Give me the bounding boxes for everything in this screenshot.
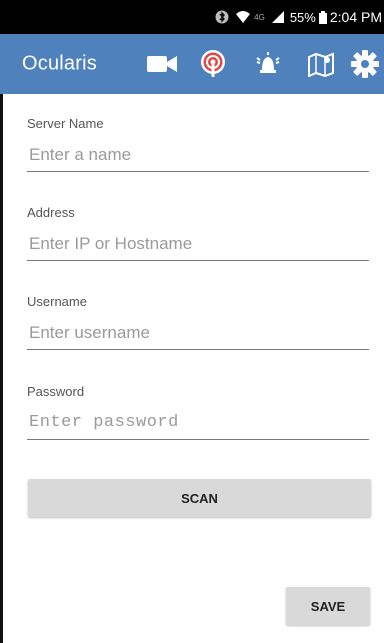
- map-icon[interactable]: [303, 46, 339, 82]
- alarm-icon[interactable]: [250, 46, 286, 82]
- username-input[interactable]: [27, 316, 369, 350]
- address-input[interactable]: [27, 227, 369, 261]
- screen-edge: [0, 94, 3, 643]
- password-label: Password: [27, 384, 85, 399]
- password-input[interactable]: [27, 406, 369, 440]
- network-type-label: 4G: [254, 12, 265, 22]
- bluetooth-icon: [215, 10, 229, 24]
- camera-icon[interactable]: [144, 46, 180, 82]
- username-label: Username: [27, 294, 87, 309]
- server-name-input[interactable]: [27, 138, 369, 172]
- signal-icon: [271, 10, 285, 24]
- scan-button[interactable]: SCAN: [28, 479, 371, 517]
- server-name-label: Server Name: [27, 116, 104, 131]
- battery-percent: 55%: [289, 9, 316, 25]
- broadcast-icon[interactable]: [195, 46, 231, 82]
- gear-icon[interactable]: [347, 46, 383, 82]
- save-button[interactable]: SAVE: [286, 587, 370, 625]
- status-bar: 4G 55% 2:04 PM: [0, 0, 384, 34]
- clock: 2:04 PM: [329, 9, 382, 25]
- battery-icon: [318, 10, 327, 24]
- app-title: Ocularis: [22, 52, 97, 75]
- address-label: Address: [27, 205, 75, 220]
- wifi-icon: [235, 10, 251, 24]
- app-bar: Ocularis: [0, 34, 384, 94]
